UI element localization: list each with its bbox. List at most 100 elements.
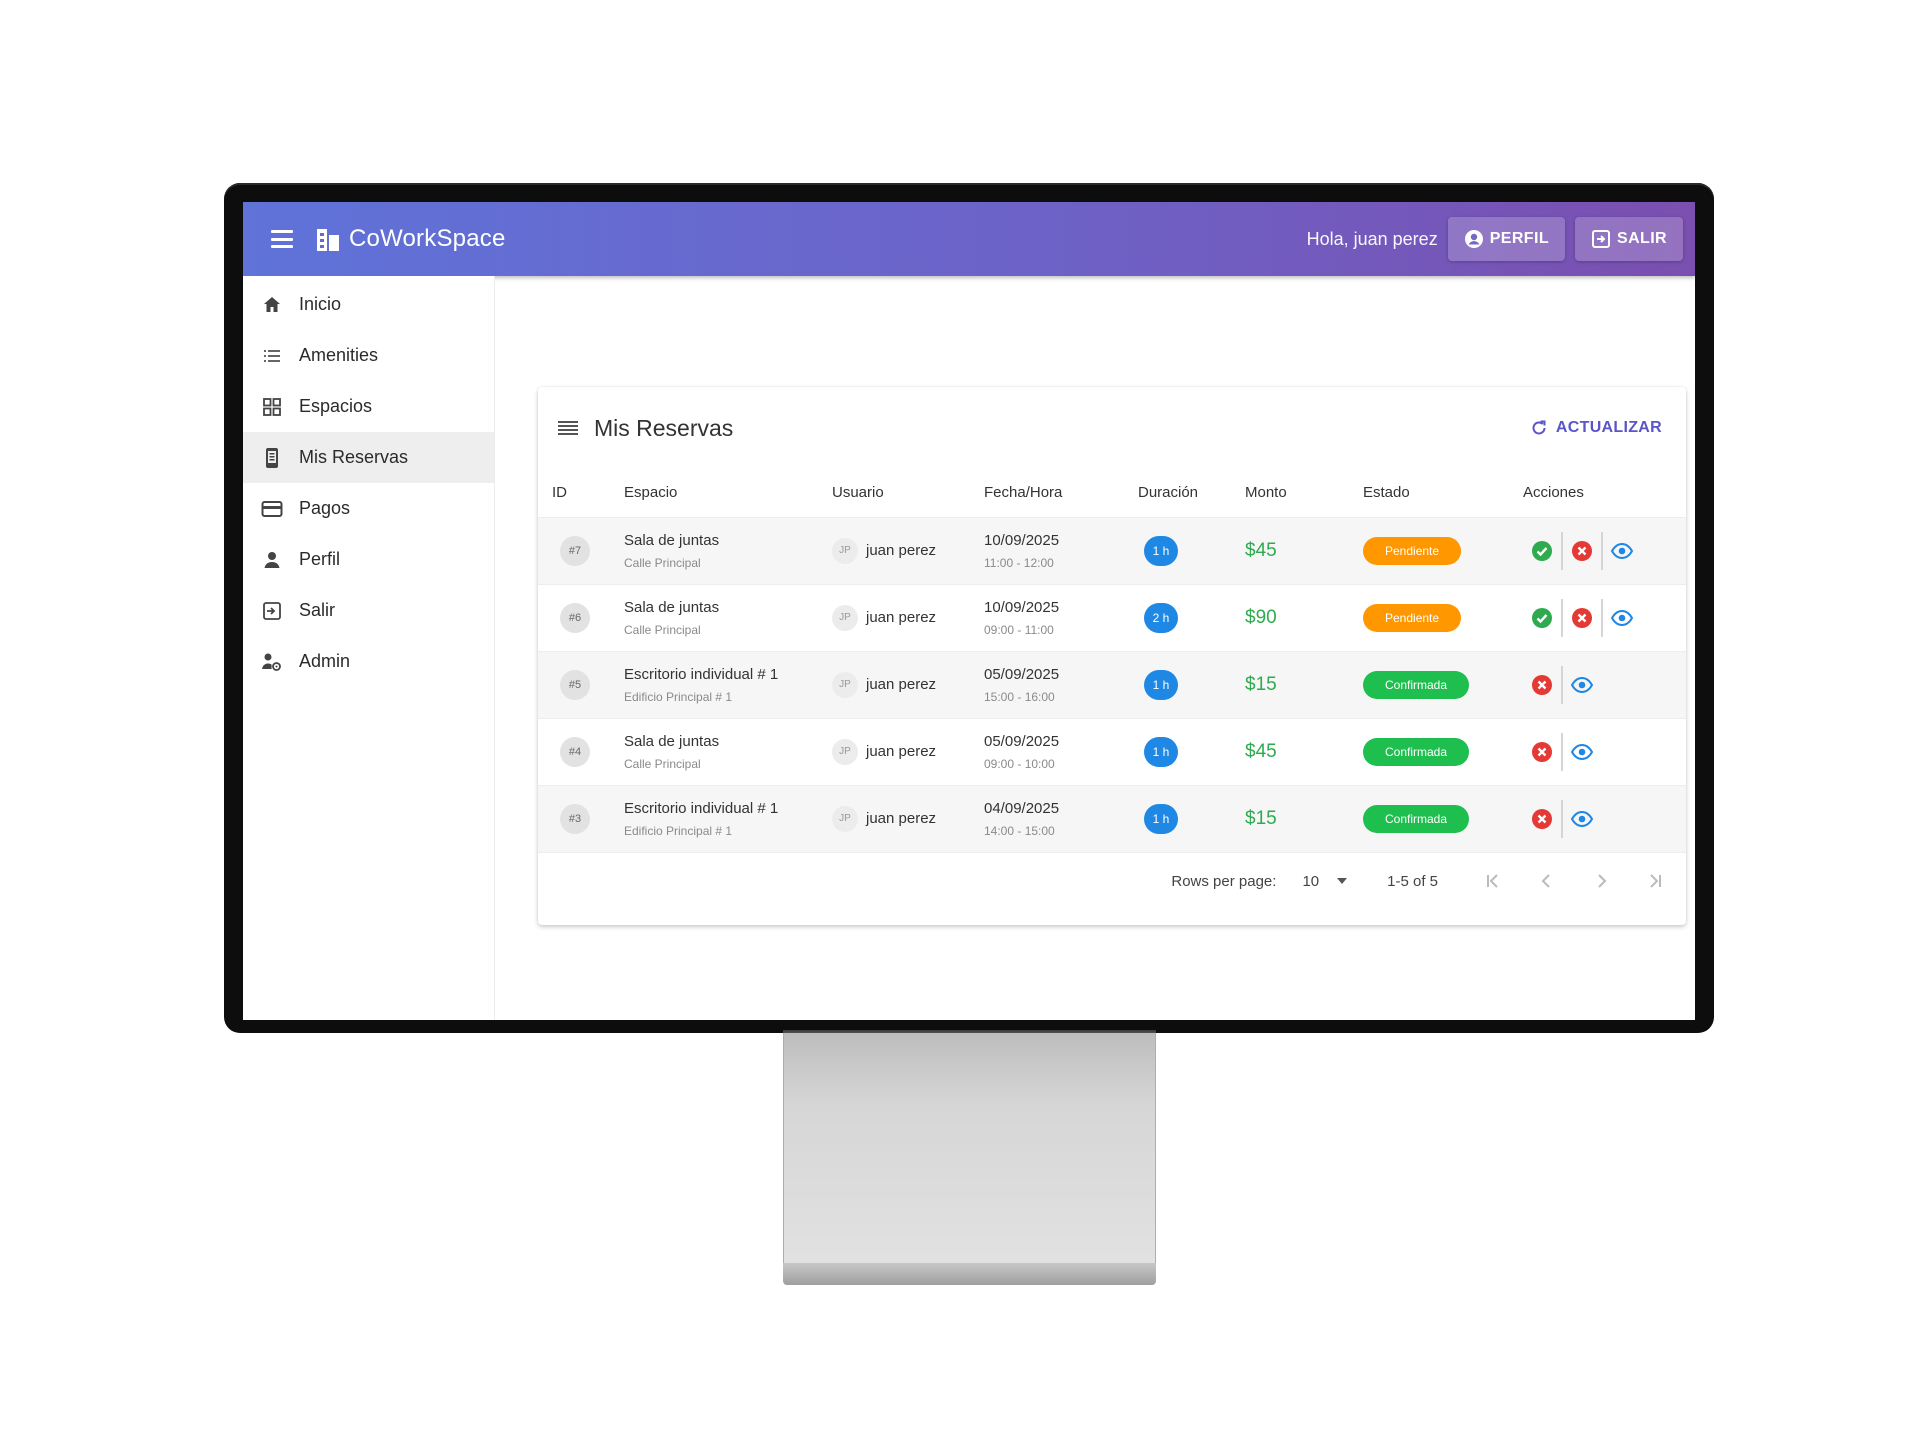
avatar: JP [832,671,858,698]
sidebar-item-mis-reservas[interactable]: Mis Reservas [243,432,494,483]
confirm-check-icon[interactable] [1529,538,1555,564]
view-eye-icon[interactable] [1569,672,1595,698]
refresh-button[interactable]: ACTUALIZAR [1530,419,1662,437]
status-badge: Confirmada [1363,804,1470,833]
actions-divider [1561,732,1563,771]
view-eye-icon[interactable] [1609,605,1635,631]
next-page-icon[interactable] [1586,866,1616,896]
duration-chip: 1 h [1144,736,1178,767]
sidebar-item-label: Mis Reservas [299,447,409,467]
person-icon [261,549,283,571]
column-header-duracion[interactable]: Duración [1138,469,1245,518]
profile-button-label: PERFIL [1489,230,1549,247]
cancel-x-icon[interactable] [1529,806,1555,832]
id-chip: #4 [560,736,590,767]
card-header: Mis Reservas ACTUALIZAR [538,387,1686,469]
avatar: JP [832,805,858,832]
column-header-acciones: Acciones [1523,469,1686,518]
id-chip: #7 [560,535,590,566]
sidebar-item-label: Perfil [299,549,341,569]
logout-icon [1592,230,1610,248]
column-header-id[interactable]: ID [538,469,624,518]
rows-per-page-value: 10 [1302,872,1320,890]
last-page-icon[interactable] [1640,866,1670,896]
sidebar-item-pagos[interactable]: Pagos [243,483,494,534]
row-actions [1523,732,1686,771]
reservations-card: Mis Reservas ACTUALIZAR ID Espacio Usuar… [538,387,1686,925]
confirm-check-icon[interactable] [1529,605,1555,631]
duration-chip: 1 h [1144,803,1178,834]
dropdown-arrow-icon [1337,878,1348,884]
duration-chip: 1 h [1144,669,1178,700]
sidebar-item-label: Pagos [299,498,351,518]
sidebar-item-admin[interactable]: Admin [243,636,494,687]
reservation-time: 11:00 - 12:00 [984,555,1054,570]
column-header-fecha-hora[interactable]: Fecha/Hora [984,469,1138,518]
sidebar-item-salir[interactable]: Salir [243,585,494,636]
id-chip: #6 [560,602,590,633]
id-chip: #5 [560,669,590,700]
avatar: JP [832,604,858,631]
hamburger-menu-icon[interactable] [271,230,293,248]
previous-page-icon[interactable] [1532,866,1562,896]
logout-button[interactable]: SALIR [1575,217,1683,261]
user-name: juan perez [866,609,937,626]
profile-button[interactable]: PERFIL [1447,217,1565,261]
sidebar-item-perfil[interactable]: Perfil [243,534,494,585]
space-name: Escritorio individual # 1 [624,799,779,817]
cancel-x-icon[interactable] [1529,672,1555,698]
user-name: juan perez [866,810,937,827]
sidebar-item-label: Amenities [299,345,379,365]
sidebar-item-label: Salir [299,600,336,620]
duration-chip: 2 h [1144,602,1178,633]
cancel-x-icon[interactable] [1569,605,1595,631]
table-header-row: ID Espacio Usuario Fecha/Hora Duración M… [538,469,1686,518]
reservation-time: 14:00 - 15:00 [984,823,1055,838]
sidebar-item-amenities[interactable]: Amenities [243,330,494,381]
actions-divider [1561,598,1563,637]
reservations-table: ID Espacio Usuario Fecha/Hora Duración M… [538,469,1686,853]
account-circle-icon [1464,230,1483,248]
view-eye-icon[interactable] [1569,739,1595,765]
cancel-x-icon[interactable] [1529,739,1555,765]
column-header-monto[interactable]: Monto [1245,469,1363,518]
sidebar-item-label: Admin [299,651,351,671]
sidebar-item-inicio[interactable]: Inicio [243,279,494,330]
space-address: Calle Principal [624,756,701,771]
reservation-date: 10/09/2025 [984,598,1060,616]
rows-per-page-select[interactable]: 10 [1302,872,1348,890]
rows-per-page-label: Rows per page: [1171,872,1277,890]
pagination-range: 1-5 of 5 [1387,872,1438,890]
reservation-date: 05/09/2025 [984,665,1060,683]
avatar: JP [832,738,858,765]
column-header-estado[interactable]: Estado [1363,469,1523,518]
amount-text: $15 [1245,807,1277,829]
space-address: Calle Principal [624,555,701,570]
reservation-time: 15:00 - 16:00 [984,689,1055,704]
app-title[interactable]: CoWorkSpace [349,225,506,253]
actions-divider [1601,598,1603,637]
view-eye-icon[interactable] [1569,806,1595,832]
space-name: Sala de juntas [624,531,720,549]
status-badge: Pendiente [1363,536,1462,565]
column-header-espacio[interactable]: Espacio [624,469,832,518]
amount-text: $15 [1245,673,1277,695]
view-eye-icon[interactable] [1609,538,1635,564]
credit-card-icon [261,498,283,520]
cancel-x-icon[interactable] [1569,538,1595,564]
actions-divider [1561,665,1563,704]
reservation-date: 04/09/2025 [984,799,1060,817]
card-title: Mis Reservas [594,414,734,441]
table-row: #3 Escritorio individual # 1 Edificio Prin… [538,785,1686,853]
space-address: Edificio Principal # 1 [624,689,733,704]
first-page-icon[interactable] [1478,866,1508,896]
amount-text: $45 [1245,539,1277,561]
status-badge: Pendiente [1363,603,1462,632]
actions-divider [1601,531,1603,570]
sidebar-item-espacios[interactable]: Espacios [243,381,494,432]
user-name: juan perez [866,743,937,760]
refresh-button-label: ACTUALIZAR [1555,419,1662,436]
sidebar: Inicio Amenities Espacios Mis Reservas P… [243,276,495,1020]
list-icon [261,345,283,367]
column-header-usuario[interactable]: Usuario [832,469,984,518]
